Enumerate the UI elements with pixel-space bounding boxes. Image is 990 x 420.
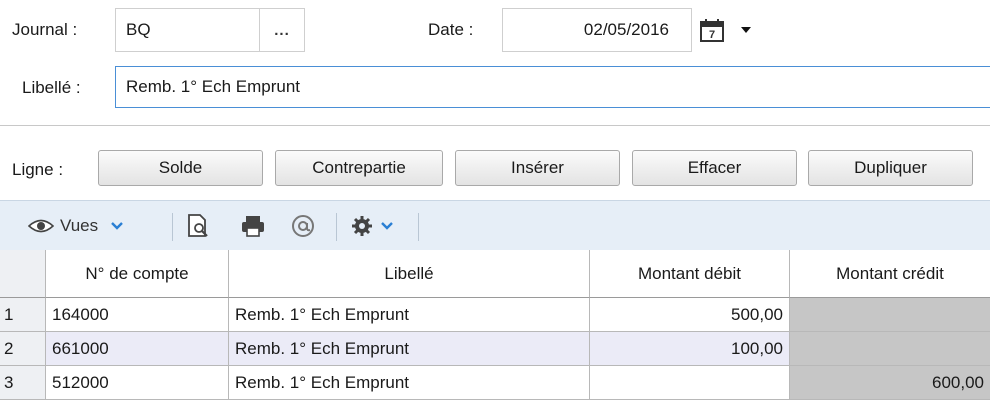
solde-button[interactable]: Solde	[98, 150, 263, 186]
ellipsis-icon: ...	[274, 21, 290, 39]
date-label: Date :	[428, 20, 474, 39]
debit-cell[interactable]: 100,00	[590, 332, 790, 366]
journal-browse-button[interactable]: ...	[259, 8, 305, 52]
row-number-header	[0, 250, 46, 298]
caret-down-icon	[741, 27, 751, 33]
journal-label: Journal :	[12, 20, 78, 39]
svg-text:7: 7	[709, 29, 715, 41]
libelle-value: Remb. 1° Ech Emprunt	[126, 77, 301, 96]
row-number: 3	[0, 366, 46, 400]
toolbar-separator	[336, 213, 337, 241]
credit-cell	[790, 298, 990, 332]
libelle-label: Libellé :	[22, 78, 81, 97]
debit-cell[interactable]: 500,00	[590, 298, 790, 332]
compte-cell[interactable]: 164000	[46, 298, 229, 332]
libelle-cell[interactable]: Remb. 1° Ech Emprunt	[229, 332, 590, 366]
table-row[interactable]: 1 164000 Remb. 1° Ech Emprunt 500,00	[0, 298, 990, 332]
row-number: 2	[0, 332, 46, 366]
chevron-down-icon	[111, 222, 123, 230]
inserer-button-label: Insérer	[511, 158, 564, 177]
grid-header-row: N° de compte Libellé Montant débit Monta…	[0, 250, 990, 298]
email-button[interactable]	[290, 201, 316, 251]
journal-value: BQ	[126, 20, 151, 39]
credit-cell	[790, 332, 990, 366]
chevron-down-icon	[381, 222, 393, 230]
column-header-credit[interactable]: Montant crédit	[790, 250, 990, 298]
section-divider	[0, 125, 990, 126]
date-field[interactable]: 02/05/2016	[502, 8, 692, 52]
date-dropdown-button[interactable]	[734, 8, 758, 52]
column-header-debit[interactable]: Montant débit	[590, 250, 790, 298]
journal-field[interactable]: BQ	[115, 8, 260, 52]
libelle-cell[interactable]: Remb. 1° Ech Emprunt	[229, 366, 590, 400]
libelle-cell[interactable]: Remb. 1° Ech Emprunt	[229, 298, 590, 332]
toolbar-separator	[172, 213, 173, 241]
effacer-button-label: Effacer	[687, 158, 742, 177]
toolbar-separator	[418, 213, 419, 241]
calendar-icon: 7	[700, 19, 724, 42]
settings-menu-button[interactable]	[350, 201, 394, 251]
credit-cell[interactable]: 600,00	[790, 366, 990, 400]
effacer-button[interactable]: Effacer	[632, 150, 797, 186]
solde-button-label: Solde	[158, 158, 203, 177]
dupliquer-button[interactable]: Dupliquer	[808, 150, 973, 186]
contrepartie-button-label: Contrepartie	[312, 158, 406, 177]
vues-menu-button[interactable]: Vues	[28, 201, 124, 251]
gear-icon	[352, 216, 372, 236]
column-header-libelle[interactable]: Libellé	[229, 250, 590, 298]
row-number: 1	[0, 298, 46, 332]
at-sign-icon	[292, 215, 314, 237]
date-value: 02/05/2016	[583, 20, 669, 39]
print-preview-icon	[188, 214, 208, 237]
ligne-label: Ligne :	[12, 160, 64, 179]
grid-toolbar: Vues	[0, 200, 990, 250]
calendar-button[interactable]: 7	[692, 8, 732, 52]
print-preview-button[interactable]	[186, 201, 210, 251]
column-header-compte[interactable]: N° de compte	[46, 250, 229, 298]
dupliquer-button-label: Dupliquer	[854, 158, 927, 177]
compte-cell[interactable]: 661000	[46, 332, 229, 366]
vues-label: Vues	[60, 216, 99, 235]
eye-icon	[28, 219, 54, 233]
printer-icon	[242, 216, 264, 237]
libelle-input[interactable]: Remb. 1° Ech Emprunt	[115, 66, 990, 108]
contrepartie-button[interactable]: Contrepartie	[275, 150, 443, 186]
print-button[interactable]	[240, 201, 266, 251]
table-row[interactable]: 2 661000 Remb. 1° Ech Emprunt 100,00	[0, 332, 990, 366]
debit-cell[interactable]	[590, 366, 790, 400]
table-row[interactable]: 3 512000 Remb. 1° Ech Emprunt 600,00	[0, 366, 990, 400]
inserer-button[interactable]: Insérer	[455, 150, 620, 186]
compte-cell[interactable]: 512000	[46, 366, 229, 400]
